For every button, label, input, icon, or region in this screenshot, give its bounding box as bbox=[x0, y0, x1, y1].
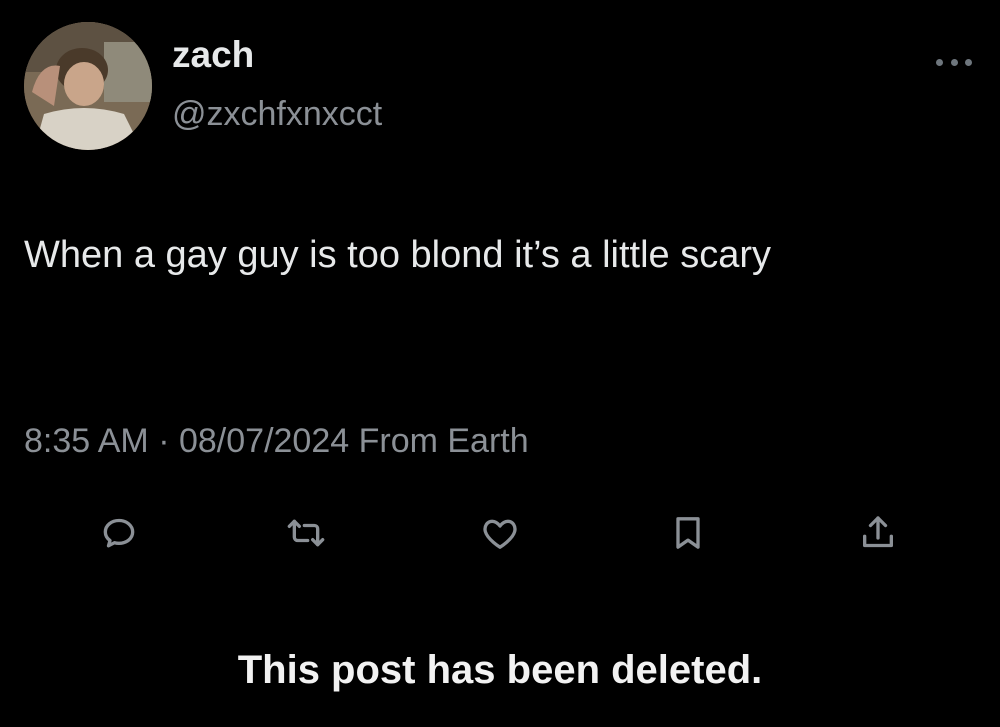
reply-icon bbox=[103, 518, 135, 548]
tweet-time[interactable]: 8:35 AM bbox=[24, 422, 149, 460]
tweet-card: zach @zxchfxnxcct When a gay guy is too … bbox=[0, 0, 1000, 727]
dot bbox=[950, 58, 958, 66]
like-button[interactable] bbox=[472, 505, 528, 561]
tweet-metadata: 8:35 AM · 08/07/2024 From Earth bbox=[24, 424, 529, 458]
more-options-icon[interactable] bbox=[936, 52, 972, 72]
display-name[interactable]: zach bbox=[172, 36, 254, 73]
user-handle[interactable]: @zxchfxnxcct bbox=[172, 97, 382, 131]
share-button[interactable] bbox=[850, 505, 906, 561]
avatar-photo bbox=[24, 22, 152, 150]
heart-icon bbox=[483, 519, 517, 549]
tweet-text: When a gay guy is too blond it’s a littl… bbox=[24, 234, 772, 276]
tweet-source: From Earth bbox=[358, 422, 529, 460]
deleted-notice: This post has been deleted. bbox=[237, 648, 763, 692]
dot bbox=[965, 58, 972, 66]
retweet-button[interactable] bbox=[278, 505, 334, 561]
bookmark-icon bbox=[676, 517, 700, 549]
dot bbox=[936, 58, 943, 66]
share-icon bbox=[863, 516, 893, 548]
tweet-date[interactable]: 08/07/2024 bbox=[179, 422, 349, 460]
reply-button[interactable] bbox=[91, 505, 147, 561]
retweet-icon bbox=[287, 519, 325, 547]
avatar[interactable] bbox=[24, 22, 152, 150]
bookmark-button[interactable] bbox=[660, 505, 716, 561]
action-bar bbox=[0, 505, 1000, 565]
meta-separator: · bbox=[158, 422, 170, 460]
